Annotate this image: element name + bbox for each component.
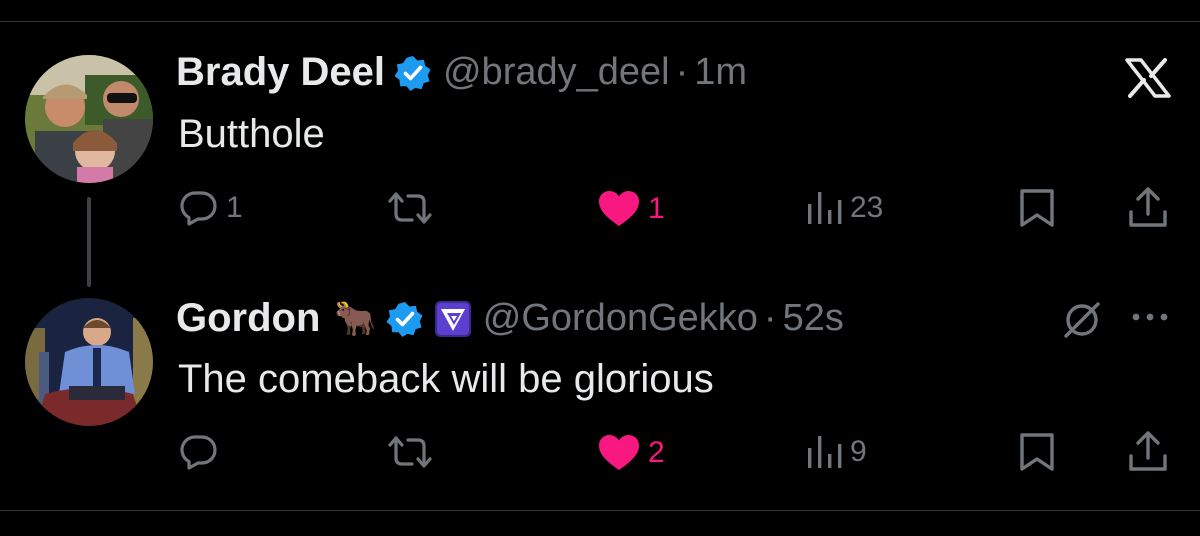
verified-icon[interactable]: [394, 55, 431, 91]
heart-icon: [599, 191, 639, 226]
bull-emoji: 🐂: [334, 299, 377, 338]
share-icon: [1129, 431, 1167, 471]
tweet-text: The comeback will be glorious: [178, 357, 714, 401]
avatar[interactable]: [25, 55, 153, 183]
view-count: 23: [850, 191, 884, 224]
thread-line: [87, 197, 91, 287]
grok-icon[interactable]: [1060, 298, 1104, 347]
heart-icon: [599, 435, 639, 470]
share-button[interactable]: [1128, 186, 1168, 228]
repost-button[interactable]: [386, 434, 434, 470]
tweet-text: Butthole: [178, 112, 325, 156]
view-count: 9: [850, 435, 867, 468]
repost-icon: [388, 192, 432, 224]
handle[interactable]: @brady_deel: [443, 51, 670, 94]
like-count: 2: [648, 436, 665, 469]
handle[interactable]: @GordonGekko: [483, 297, 758, 340]
bookmark-icon: [1020, 433, 1054, 471]
affiliate-badge-icon[interactable]: [434, 300, 471, 337]
bottom-separator: [0, 510, 1200, 511]
tweet-header: Brady Deel @brady_deel · 1m: [176, 50, 747, 95]
separator-dot: ·: [675, 51, 689, 93]
avatar-image: [25, 55, 153, 183]
top-separator: [0, 21, 1200, 22]
repost-button[interactable]: [386, 190, 434, 226]
reply-count: 1: [226, 191, 243, 224]
views-icon: [808, 192, 842, 224]
bookmark-button[interactable]: [1019, 432, 1055, 472]
reply-icon: [180, 435, 217, 470]
reply-button[interactable]: 1: [178, 190, 243, 226]
timestamp[interactable]: 1m: [694, 51, 747, 94]
share-icon: [1129, 187, 1167, 227]
avatar-image: [25, 298, 153, 426]
bookmark-button[interactable]: [1019, 188, 1055, 228]
display-name[interactable]: Gordon: [176, 296, 320, 341]
separator-dot: ·: [763, 297, 777, 339]
share-button[interactable]: [1128, 430, 1168, 472]
views-button[interactable]: 9: [806, 434, 867, 470]
views-button[interactable]: 23: [806, 190, 883, 226]
like-button[interactable]: 1: [598, 190, 665, 228]
like-button[interactable]: 2: [598, 434, 665, 472]
x-logo-icon[interactable]: [1125, 58, 1171, 103]
tweet-header: Gordon 🐂 @GordonGekko · 52s: [176, 296, 844, 341]
avatar[interactable]: [25, 298, 153, 426]
verified-icon[interactable]: [386, 301, 423, 337]
reply-icon: [180, 191, 217, 226]
repost-icon: [388, 436, 432, 468]
more-icon[interactable]: [1130, 310, 1170, 329]
like-count: 1: [648, 192, 665, 225]
bookmark-icon: [1020, 189, 1054, 227]
timestamp[interactable]: 52s: [783, 297, 844, 340]
reply-button[interactable]: [178, 434, 226, 470]
views-icon: [808, 436, 842, 468]
display-name[interactable]: Brady Deel: [176, 50, 385, 95]
